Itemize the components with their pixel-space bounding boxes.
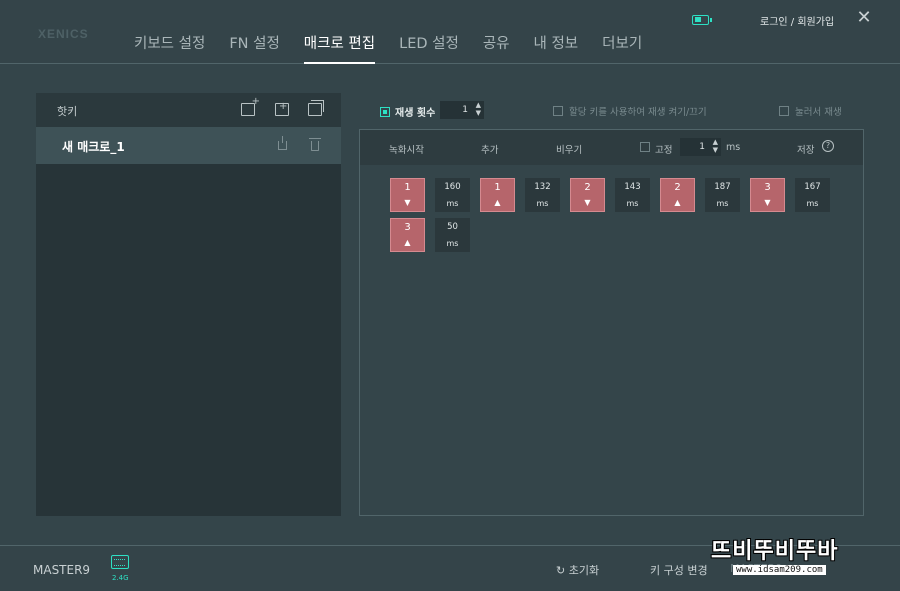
editor-toolbar: 녹화시작 추가 비우기 고정 1 ▲ ▼ ms 저장 ? [360, 130, 863, 165]
delay-value: 132 [534, 182, 551, 192]
macro-delay-event[interactable]: 132 ms [525, 178, 560, 212]
delay-value: 187 [714, 182, 731, 192]
tab-share[interactable]: 공유 [483, 32, 510, 64]
xenics-logo: XENICS [38, 27, 89, 41]
macro-editor-panel: 녹화시작 추가 비우기 고정 1 ▲ ▼ ms 저장 ? 1 ▼ 160 ms 1… [359, 129, 864, 516]
fixed-delay-unit: ms [726, 142, 741, 153]
key-label: 1 [404, 182, 411, 193]
device-name[interactable]: MASTER9 [33, 563, 90, 577]
tab-my-info[interactable]: 내 정보 [534, 32, 579, 64]
record-button[interactable]: 녹화시작 [389, 142, 424, 156]
fixed-delay-stepper[interactable]: 1 ▲ ▼ [680, 138, 721, 156]
delay-value: 143 [624, 182, 641, 192]
delay-unit: ms [626, 199, 639, 208]
watermark-url: www.idsam209.com [733, 565, 826, 575]
key-label: 2 [674, 182, 681, 193]
macro-key-event[interactable]: 1 ▼ [390, 178, 425, 212]
delay-unit: ms [716, 199, 729, 208]
play-count-checkbox[interactable] [380, 106, 390, 117]
macro-key-event[interactable]: 2 ▲ [660, 178, 695, 212]
connection-label: 2.4G [112, 574, 129, 582]
macro-key-event[interactable]: 3 ▲ [390, 218, 425, 252]
tab-fn-settings[interactable]: FN 설정 [229, 32, 279, 64]
hold-play-option[interactable]: 눌러서 재생 [779, 104, 842, 118]
tab-led-settings[interactable]: LED 설정 [399, 32, 459, 64]
key-up-icon: ▲ [494, 198, 501, 207]
close-icon[interactable]: ✕ [856, 9, 872, 27]
top-bar: XENICS 키보드 설정 FN 설정 매크로 편집 LED 설정 공유 내 정… [0, 0, 900, 64]
stepper-arrows-icon[interactable]: ▲ ▼ [476, 101, 481, 117]
clear-button[interactable]: 비우기 [556, 142, 582, 156]
watermark: 뜨비뚜비뚜바 www.idsam209.com [705, 530, 885, 582]
macro-delay-event[interactable]: 187 ms [705, 178, 740, 212]
key-label: 1 [494, 182, 501, 193]
key-down-icon: ▼ [764, 198, 771, 207]
key-config-button[interactable]: 키 구성 변경 [650, 562, 708, 578]
macro-key-event[interactable]: 3 ▼ [750, 178, 785, 212]
hold-play-label: 눌러서 재생 [795, 107, 842, 118]
delay-value: 167 [804, 182, 821, 192]
play-count-label: 재생 횟수 [395, 108, 436, 119]
macro-delay-event[interactable]: 50 ms [435, 218, 470, 252]
watermark-title: 뜨비뚜비뚜바 [711, 539, 839, 564]
reset-label: 초기화 [568, 564, 600, 577]
key-down-icon: ▼ [584, 198, 591, 207]
macro-key-event[interactable]: 1 ▲ [480, 178, 515, 212]
reset-button[interactable]: ↻ 초기화 [556, 562, 599, 578]
tab-macro-edit[interactable]: 매크로 편집 [303, 32, 376, 64]
assigned-key-label: 할당 키를 사용하여 재생 켜기/끄기 [569, 107, 707, 118]
login-link[interactable]: 로그인 / 회원가입 [760, 13, 834, 28]
play-count-option[interactable]: 재생 횟수 [380, 104, 435, 119]
play-count-stepper[interactable]: 1 ▲ ▼ [440, 101, 484, 119]
fixed-delay-value: 1 [699, 142, 705, 152]
assigned-key-checkbox[interactable] [553, 106, 563, 116]
new-folder-icon[interactable] [275, 101, 289, 116]
key-label: 3 [764, 182, 771, 193]
help-icon[interactable]: ? [822, 140, 834, 152]
tab-keyboard-settings[interactable]: 키보드 설정 [134, 32, 205, 64]
macro-delay-event[interactable]: 143 ms [615, 178, 650, 212]
macro-delay-event[interactable]: 160 ms [435, 178, 470, 212]
key-down-icon: ▼ [404, 198, 411, 207]
macro-list-item[interactable]: 새 매크로_1 [36, 127, 341, 164]
hotkey-title: 핫키 [57, 105, 78, 118]
fixed-delay-label: 고정 [655, 145, 673, 156]
play-count-value: 1 [462, 105, 468, 115]
delay-value: 160 [444, 182, 461, 192]
assigned-key-toggle-option[interactable]: 할당 키를 사용하여 재생 켜기/끄기 [553, 104, 707, 118]
macro-key-event[interactable]: 2 ▼ [570, 178, 605, 212]
hotkey-panel-header: 핫키 [36, 93, 341, 127]
delay-unit: ms [446, 199, 459, 208]
fixed-delay-checkbox[interactable] [640, 142, 650, 152]
battery-icon [692, 15, 712, 25]
new-file-icon[interactable] [241, 96, 260, 116]
copy-icon[interactable] [308, 100, 324, 116]
hold-play-checkbox[interactable] [779, 106, 789, 116]
keyboard-icon[interactable] [111, 555, 129, 569]
delay-value: 50 [447, 222, 458, 232]
key-up-icon: ▲ [404, 238, 411, 247]
hotkey-panel: 핫키 새 매크로_1 [36, 93, 341, 516]
add-button[interactable]: 추가 [481, 142, 498, 156]
trash-icon[interactable] [309, 138, 321, 151]
key-up-icon: ▲ [674, 198, 681, 207]
macro-name: 새 매크로_1 [62, 140, 125, 154]
key-label: 2 [584, 182, 591, 193]
main-nav: 키보드 설정 FN 설정 매크로 편집 LED 설정 공유 내 정보 더보기 [134, 32, 666, 64]
export-icon[interactable] [278, 136, 287, 150]
macro-delay-event[interactable]: 167 ms [795, 178, 830, 212]
delay-unit: ms [446, 239, 459, 248]
save-button[interactable]: 저장 [797, 142, 814, 156]
delay-unit: ms [806, 199, 819, 208]
stepper-arrows-icon[interactable]: ▲ ▼ [713, 138, 718, 154]
key-label: 3 [404, 222, 411, 233]
tab-more[interactable]: 더보기 [602, 32, 642, 64]
delay-unit: ms [536, 199, 549, 208]
